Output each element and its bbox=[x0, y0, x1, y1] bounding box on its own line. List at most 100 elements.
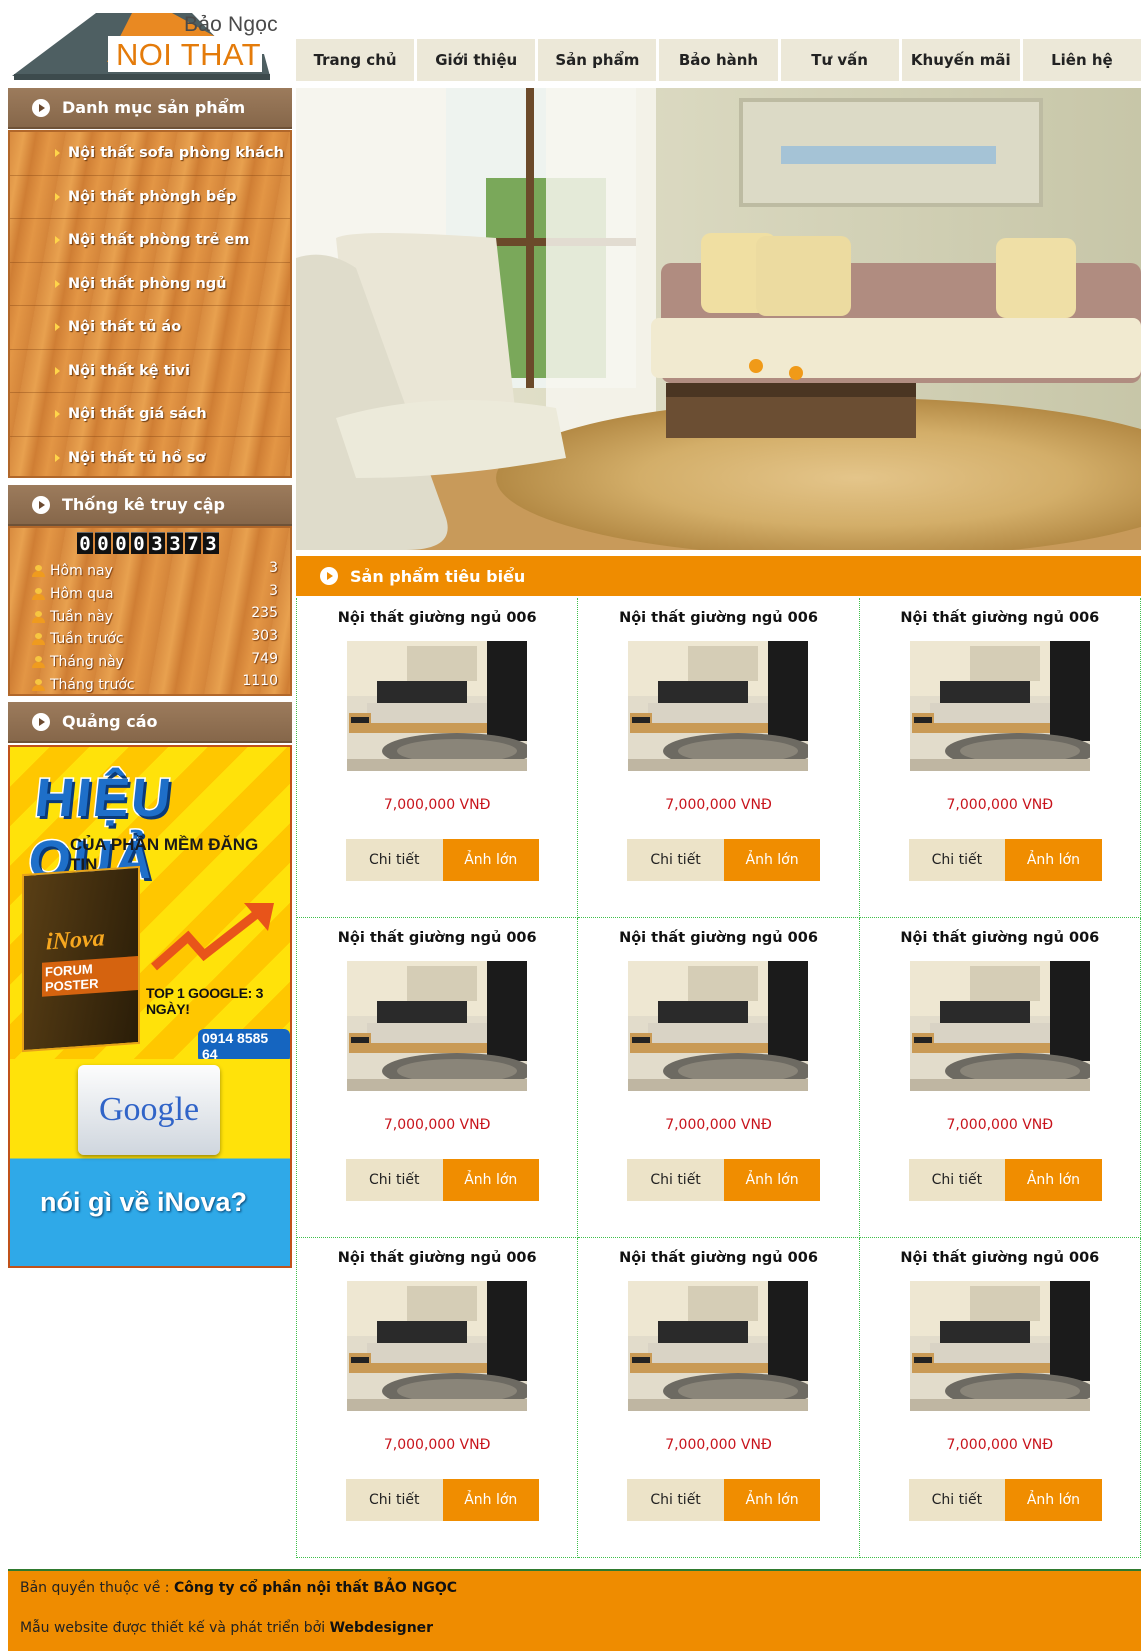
user-icon bbox=[32, 633, 45, 646]
product-image[interactable] bbox=[909, 961, 1090, 1091]
product-image[interactable] bbox=[909, 1281, 1090, 1411]
user-icon bbox=[32, 656, 45, 669]
detail-button[interactable]: Chi tiết bbox=[908, 1479, 1006, 1521]
detail-button[interactable]: Chi tiết bbox=[908, 1159, 1006, 1201]
product-actions: Chi tiết Ảnh lớn bbox=[346, 1479, 539, 1521]
category-item[interactable]: Nội thất kệ tivi bbox=[10, 350, 290, 393]
product-actions: Chi tiết Ảnh lớn bbox=[908, 1159, 1102, 1201]
large-image-button[interactable]: Ảnh lớn bbox=[1005, 839, 1102, 881]
category-item[interactable]: Nội thất sofa phòng khách bbox=[10, 132, 290, 176]
product-image[interactable] bbox=[628, 961, 809, 1091]
product-image[interactable] bbox=[347, 1281, 528, 1411]
categories-header: Danh mục sản phẩm bbox=[8, 88, 292, 129]
product-name[interactable]: Nội thất giường ngủ 006 bbox=[297, 1250, 577, 1266]
product-name[interactable]: Nội thất giường ngủ 006 bbox=[860, 1250, 1140, 1266]
stat-row: Tuần trước 303 bbox=[32, 628, 278, 651]
ad-tagline: TOP 1 GOOGLE: 3 NGÀY! bbox=[146, 985, 264, 1017]
stat-value: 1110 bbox=[242, 673, 278, 690]
nav-home[interactable]: Trang chủ bbox=[296, 39, 418, 81]
detail-button[interactable]: Chi tiết bbox=[627, 1159, 724, 1201]
page: Bảo Ngọc NOI THAT Trang chủ Giới thiệu S… bbox=[0, 0, 1141, 1651]
footer-credit: Mẫu website được thiết kế và phát triển … bbox=[20, 1620, 433, 1636]
ad-banner-google[interactable]: Google nói gì về iNova? bbox=[10, 1059, 290, 1266]
user-icon bbox=[32, 565, 45, 578]
category-item[interactable]: Nội thất tủ áo bbox=[10, 306, 290, 350]
nav-about[interactable]: Giới thiệu bbox=[417, 39, 539, 81]
large-image-button[interactable]: Ảnh lớn bbox=[723, 1479, 821, 1521]
product-name[interactable]: Nội thất giường ngủ 006 bbox=[297, 610, 577, 626]
stat-value: 3 bbox=[269, 560, 278, 576]
ad-banner-inova-poster[interactable]: HIỆU QUẢ CỦA PHẦN MỀM ĐĂNG TIN iNova FOR… bbox=[10, 747, 290, 1063]
product-name[interactable]: Nội thất giường ngủ 006 bbox=[578, 930, 858, 946]
site-logo[interactable]: Bảo Ngọc NOI THAT bbox=[12, 10, 282, 80]
stat-label-text: Hôm qua bbox=[50, 586, 114, 603]
large-image-button[interactable]: Ảnh lớn bbox=[723, 1159, 821, 1201]
product-name[interactable]: Nội thất giường ngủ 006 bbox=[297, 930, 577, 946]
large-image-button[interactable]: Ảnh lớn bbox=[1005, 1479, 1102, 1521]
category-item[interactable]: Nội thất tủ hồ sơ bbox=[10, 437, 290, 481]
product-price: 7,000,000 VNĐ bbox=[665, 1437, 772, 1453]
logo-main-text: NOI THAT bbox=[116, 37, 262, 72]
category-item[interactable]: Nội thất phòng ngủ bbox=[10, 263, 290, 306]
product-image[interactable] bbox=[347, 961, 528, 1091]
footer-company: Công ty cổ phần nội thất BẢO NGỌC bbox=[173, 1580, 458, 1596]
category-item[interactable]: Nội thất phòngh bếp bbox=[10, 176, 290, 219]
product-card: Nội thất giường ngủ 006 7,000,000 VNĐ Chi … bbox=[297, 918, 579, 1238]
stat-label-text: Hôm nay bbox=[50, 563, 113, 580]
product-name[interactable]: Nội thất giường ngủ 006 bbox=[860, 930, 1140, 946]
product-name[interactable]: Nội thất giường ngủ 006 bbox=[860, 610, 1140, 626]
large-image-button[interactable]: Ảnh lớn bbox=[442, 839, 539, 881]
product-image[interactable] bbox=[347, 641, 528, 771]
detail-button[interactable]: Chi tiết bbox=[346, 839, 443, 881]
product-image[interactable] bbox=[628, 641, 809, 771]
product-price: 7,000,000 VNĐ bbox=[946, 797, 1054, 813]
product-actions: Chi tiết Ảnh lớn bbox=[627, 839, 821, 881]
large-image-button[interactable]: Ảnh lớn bbox=[723, 839, 821, 881]
visitor-counter: 00003373 bbox=[20, 532, 278, 555]
product-name[interactable]: Nội thất giường ngủ 006 bbox=[578, 610, 858, 626]
zigzag-arrow-icon bbox=[151, 903, 274, 971]
software-box-image: iNova FORUM POSTER bbox=[22, 865, 140, 1053]
stat-label: Tháng trước bbox=[32, 673, 135, 696]
ads-header: Quảng cáo bbox=[8, 702, 292, 743]
stat-row: Tháng này 749 bbox=[32, 651, 278, 674]
nav-consulting[interactable]: Tư vấn bbox=[781, 39, 902, 81]
product-actions: Chi tiết Ảnh lớn bbox=[627, 1479, 821, 1521]
stat-label: Tháng này bbox=[32, 651, 124, 674]
product-card: Nội thất giường ngủ 006 7,000,000 VNĐ Chi … bbox=[859, 598, 1141, 918]
detail-button[interactable]: Chi tiết bbox=[627, 1479, 724, 1521]
nav-contact[interactable]: Liên hệ bbox=[1023, 39, 1141, 81]
arrow-bullet-icon bbox=[32, 495, 50, 514]
stat-label-text: Tháng trước bbox=[50, 676, 135, 693]
stat-row: Hôm qua 3 bbox=[32, 583, 278, 606]
detail-button[interactable]: Chi tiết bbox=[346, 1159, 443, 1201]
stats-title: Thống kê truy cập bbox=[62, 495, 226, 514]
nav-products[interactable]: Sản phẩm bbox=[538, 39, 660, 81]
product-card: Nội thất giường ngủ 006 7,000,000 VNĐ Chi … bbox=[297, 1238, 579, 1558]
detail-button[interactable]: Chi tiết bbox=[346, 1479, 443, 1521]
living-room-illustration bbox=[296, 88, 1141, 550]
stat-row: Hôm nay 3 bbox=[32, 560, 278, 583]
detail-button[interactable]: Chi tiết bbox=[627, 839, 724, 881]
detail-button[interactable]: Chi tiết bbox=[908, 839, 1006, 881]
ads-container: HIỆU QUẢ CỦA PHẦN MỀM ĐĂNG TIN iNova FOR… bbox=[8, 745, 292, 1268]
ads-title: Quảng cáo bbox=[62, 712, 158, 731]
product-card: Nội thất giường ngủ 006 7,000,000 VNĐ Chi … bbox=[578, 598, 860, 918]
product-image[interactable] bbox=[628, 1281, 809, 1411]
nav-promotions[interactable]: Khuyến mãi bbox=[902, 39, 1023, 81]
stat-label: Tuần này bbox=[32, 605, 113, 628]
stat-value: 235 bbox=[251, 605, 278, 622]
arrow-bullet-icon bbox=[320, 567, 338, 585]
large-image-button[interactable]: Ảnh lớn bbox=[442, 1479, 539, 1521]
product-image[interactable] bbox=[909, 641, 1090, 771]
category-item[interactable]: Nội thất giá sách bbox=[10, 393, 290, 437]
nav-warranty[interactable]: Bảo hành bbox=[659, 39, 781, 81]
large-image-button[interactable]: Ảnh lớn bbox=[1005, 1159, 1102, 1201]
product-grid: Nội thất giường ngủ 006 7,000,000 VNĐ Chi … bbox=[296, 598, 1141, 1558]
counter-digit: 0 bbox=[113, 532, 129, 555]
counter-digit: 0 bbox=[131, 532, 147, 555]
category-item[interactable]: Nội thất phòng trẻ em bbox=[10, 219, 290, 263]
large-image-button[interactable]: Ảnh lớn bbox=[442, 1159, 539, 1201]
footer-designer[interactable]: Webdesigner bbox=[330, 1620, 434, 1636]
product-name[interactable]: Nội thất giường ngủ 006 bbox=[578, 1250, 858, 1266]
